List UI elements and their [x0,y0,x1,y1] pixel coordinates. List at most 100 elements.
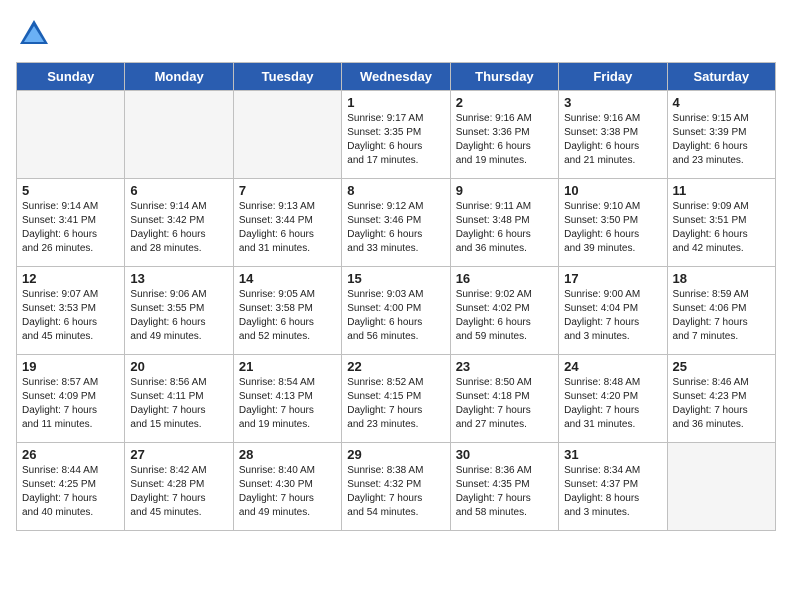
calendar-cell: 22 Sunrise: 8:52 AM Sunset: 4:15 PM Dayli… [342,355,450,443]
calendar: SundayMondayTuesdayWednesdayThursdayFrid… [16,62,776,531]
day-info: Sunrise: 9:12 AM Sunset: 3:46 PM Dayligh… [347,200,444,256]
day-info: Sunrise: 9:07 AM Sunset: 3:53 PM Dayligh… [22,288,119,344]
calendar-cell: 23 Sunrise: 8:50 AM Sunset: 4:18 PM Dayli… [450,355,558,443]
day-info: Sunrise: 9:16 AM Sunset: 3:36 PM Dayligh… [456,112,553,168]
day-info: Sunrise: 9:02 AM Sunset: 4:02 PM Dayligh… [456,288,553,344]
day-number: 24 [564,359,661,374]
day-info: Sunrise: 9:09 AM Sunset: 3:51 PM Dayligh… [673,200,770,256]
calendar-cell: 24 Sunrise: 8:48 AM Sunset: 4:20 PM Dayli… [559,355,667,443]
day-info: Sunrise: 9:10 AM Sunset: 3:50 PM Dayligh… [564,200,661,256]
day-info: Sunrise: 9:05 AM Sunset: 3:58 PM Dayligh… [239,288,336,344]
day-number: 4 [673,95,770,110]
calendar-cell: 8 Sunrise: 9:12 AM Sunset: 3:46 PM Daylig… [342,179,450,267]
day-info: Sunrise: 9:00 AM Sunset: 4:04 PM Dayligh… [564,288,661,344]
day-info: Sunrise: 9:03 AM Sunset: 4:00 PM Dayligh… [347,288,444,344]
calendar-cell: 31 Sunrise: 8:34 AM Sunset: 4:37 PM Dayli… [559,443,667,531]
day-info: Sunrise: 8:56 AM Sunset: 4:11 PM Dayligh… [130,376,227,432]
day-info: Sunrise: 9:13 AM Sunset: 3:44 PM Dayligh… [239,200,336,256]
day-info: Sunrise: 8:44 AM Sunset: 4:25 PM Dayligh… [22,464,119,520]
day-info: Sunrise: 9:17 AM Sunset: 3:35 PM Dayligh… [347,112,444,168]
calendar-cell: 12 Sunrise: 9:07 AM Sunset: 3:53 PM Dayli… [17,267,125,355]
calendar-header-row: SundayMondayTuesdayWednesdayThursdayFrid… [17,63,776,91]
week-row-4: 19 Sunrise: 8:57 AM Sunset: 4:09 PM Dayli… [17,355,776,443]
page-header [16,16,776,52]
day-number: 21 [239,359,336,374]
day-info: Sunrise: 8:34 AM Sunset: 4:37 PM Dayligh… [564,464,661,520]
logo-icon [16,16,52,52]
calendar-cell [667,443,775,531]
day-info: Sunrise: 8:42 AM Sunset: 4:28 PM Dayligh… [130,464,227,520]
week-row-1: 1Sunrise: 9:17 AM Sunset: 3:35 PM Daylig… [17,91,776,179]
calendar-cell: 21 Sunrise: 8:54 AM Sunset: 4:13 PM Dayli… [233,355,341,443]
calendar-cell: 30 Sunrise: 8:36 AM Sunset: 4:35 PM Dayli… [450,443,558,531]
calendar-cell: 16Sunrise: 9:02 AM Sunset: 4:02 PM Dayli… [450,267,558,355]
calendar-cell: 28Sunrise: 8:40 AM Sunset: 4:30 PM Dayli… [233,443,341,531]
calendar-cell: 11 Sunrise: 9:09 AM Sunset: 3:51 PM Dayli… [667,179,775,267]
day-info: Sunrise: 9:16 AM Sunset: 3:38 PM Dayligh… [564,112,661,168]
week-row-3: 12 Sunrise: 9:07 AM Sunset: 3:53 PM Dayli… [17,267,776,355]
day-header-monday: Monday [125,63,233,91]
day-info: Sunrise: 8:54 AM Sunset: 4:13 PM Dayligh… [239,376,336,432]
day-number: 25 [673,359,770,374]
week-row-5: 26 Sunrise: 8:44 AM Sunset: 4:25 PM Dayli… [17,443,776,531]
day-info: Sunrise: 8:57 AM Sunset: 4:09 PM Dayligh… [22,376,119,432]
day-number: 8 [347,183,444,198]
day-info: Sunrise: 8:38 AM Sunset: 4:32 PM Dayligh… [347,464,444,520]
day-header-sunday: Sunday [17,63,125,91]
day-number: 30 [456,447,553,462]
day-info: Sunrise: 9:11 AM Sunset: 3:48 PM Dayligh… [456,200,553,256]
day-info: Sunrise: 9:06 AM Sunset: 3:55 PM Dayligh… [130,288,227,344]
day-info: Sunrise: 8:48 AM Sunset: 4:20 PM Dayligh… [564,376,661,432]
calendar-cell: 7 Sunrise: 9:13 AM Sunset: 3:44 PM Daylig… [233,179,341,267]
calendar-cell: 6Sunrise: 9:14 AM Sunset: 3:42 PM Daylig… [125,179,233,267]
day-info: Sunrise: 8:50 AM Sunset: 4:18 PM Dayligh… [456,376,553,432]
day-number: 10 [564,183,661,198]
logo [16,16,56,52]
day-number: 27 [130,447,227,462]
calendar-cell: 18Sunrise: 8:59 AM Sunset: 4:06 PM Dayli… [667,267,775,355]
day-info: Sunrise: 8:36 AM Sunset: 4:35 PM Dayligh… [456,464,553,520]
day-number: 28 [239,447,336,462]
day-number: 6 [130,183,227,198]
calendar-cell: 3 Sunrise: 9:16 AM Sunset: 3:38 PM Daylig… [559,91,667,179]
day-info: Sunrise: 8:59 AM Sunset: 4:06 PM Dayligh… [673,288,770,344]
calendar-cell: 13 Sunrise: 9:06 AM Sunset: 3:55 PM Dayli… [125,267,233,355]
day-number: 9 [456,183,553,198]
day-header-thursday: Thursday [450,63,558,91]
calendar-cell: 19 Sunrise: 8:57 AM Sunset: 4:09 PM Dayli… [17,355,125,443]
day-header-friday: Friday [559,63,667,91]
day-number: 17 [564,271,661,286]
day-info: Sunrise: 8:52 AM Sunset: 4:15 PM Dayligh… [347,376,444,432]
day-info: Sunrise: 9:14 AM Sunset: 3:41 PM Dayligh… [22,200,119,256]
calendar-cell [17,91,125,179]
day-header-tuesday: Tuesday [233,63,341,91]
calendar-cell: 9 Sunrise: 9:11 AM Sunset: 3:48 PM Daylig… [450,179,558,267]
day-number: 3 [564,95,661,110]
day-number: 11 [673,183,770,198]
calendar-cell: 20Sunrise: 8:56 AM Sunset: 4:11 PM Dayli… [125,355,233,443]
day-number: 23 [456,359,553,374]
calendar-cell: 1Sunrise: 9:17 AM Sunset: 3:35 PM Daylig… [342,91,450,179]
day-number: 19 [22,359,119,374]
day-number: 29 [347,447,444,462]
day-number: 2 [456,95,553,110]
calendar-cell: 2 Sunrise: 9:16 AM Sunset: 3:36 PM Daylig… [450,91,558,179]
day-number: 7 [239,183,336,198]
calendar-cell: 15Sunrise: 9:03 AM Sunset: 4:00 PM Dayli… [342,267,450,355]
calendar-cell: 5 Sunrise: 9:14 AM Sunset: 3:41 PM Daylig… [17,179,125,267]
calendar-cell: 14 Sunrise: 9:05 AM Sunset: 3:58 PM Dayli… [233,267,341,355]
day-number: 12 [22,271,119,286]
day-number: 26 [22,447,119,462]
calendar-cell: 27 Sunrise: 8:42 AM Sunset: 4:28 PM Dayli… [125,443,233,531]
calendar-cell: 10 Sunrise: 9:10 AM Sunset: 3:50 PM Dayli… [559,179,667,267]
day-number: 14 [239,271,336,286]
calendar-cell: 29 Sunrise: 8:38 AM Sunset: 4:32 PM Dayli… [342,443,450,531]
calendar-cell: 4 Sunrise: 9:15 AM Sunset: 3:39 PM Daylig… [667,91,775,179]
day-number: 22 [347,359,444,374]
day-info: Sunrise: 9:15 AM Sunset: 3:39 PM Dayligh… [673,112,770,168]
day-number: 5 [22,183,119,198]
day-number: 31 [564,447,661,462]
calendar-cell [125,91,233,179]
day-number: 13 [130,271,227,286]
day-header-saturday: Saturday [667,63,775,91]
